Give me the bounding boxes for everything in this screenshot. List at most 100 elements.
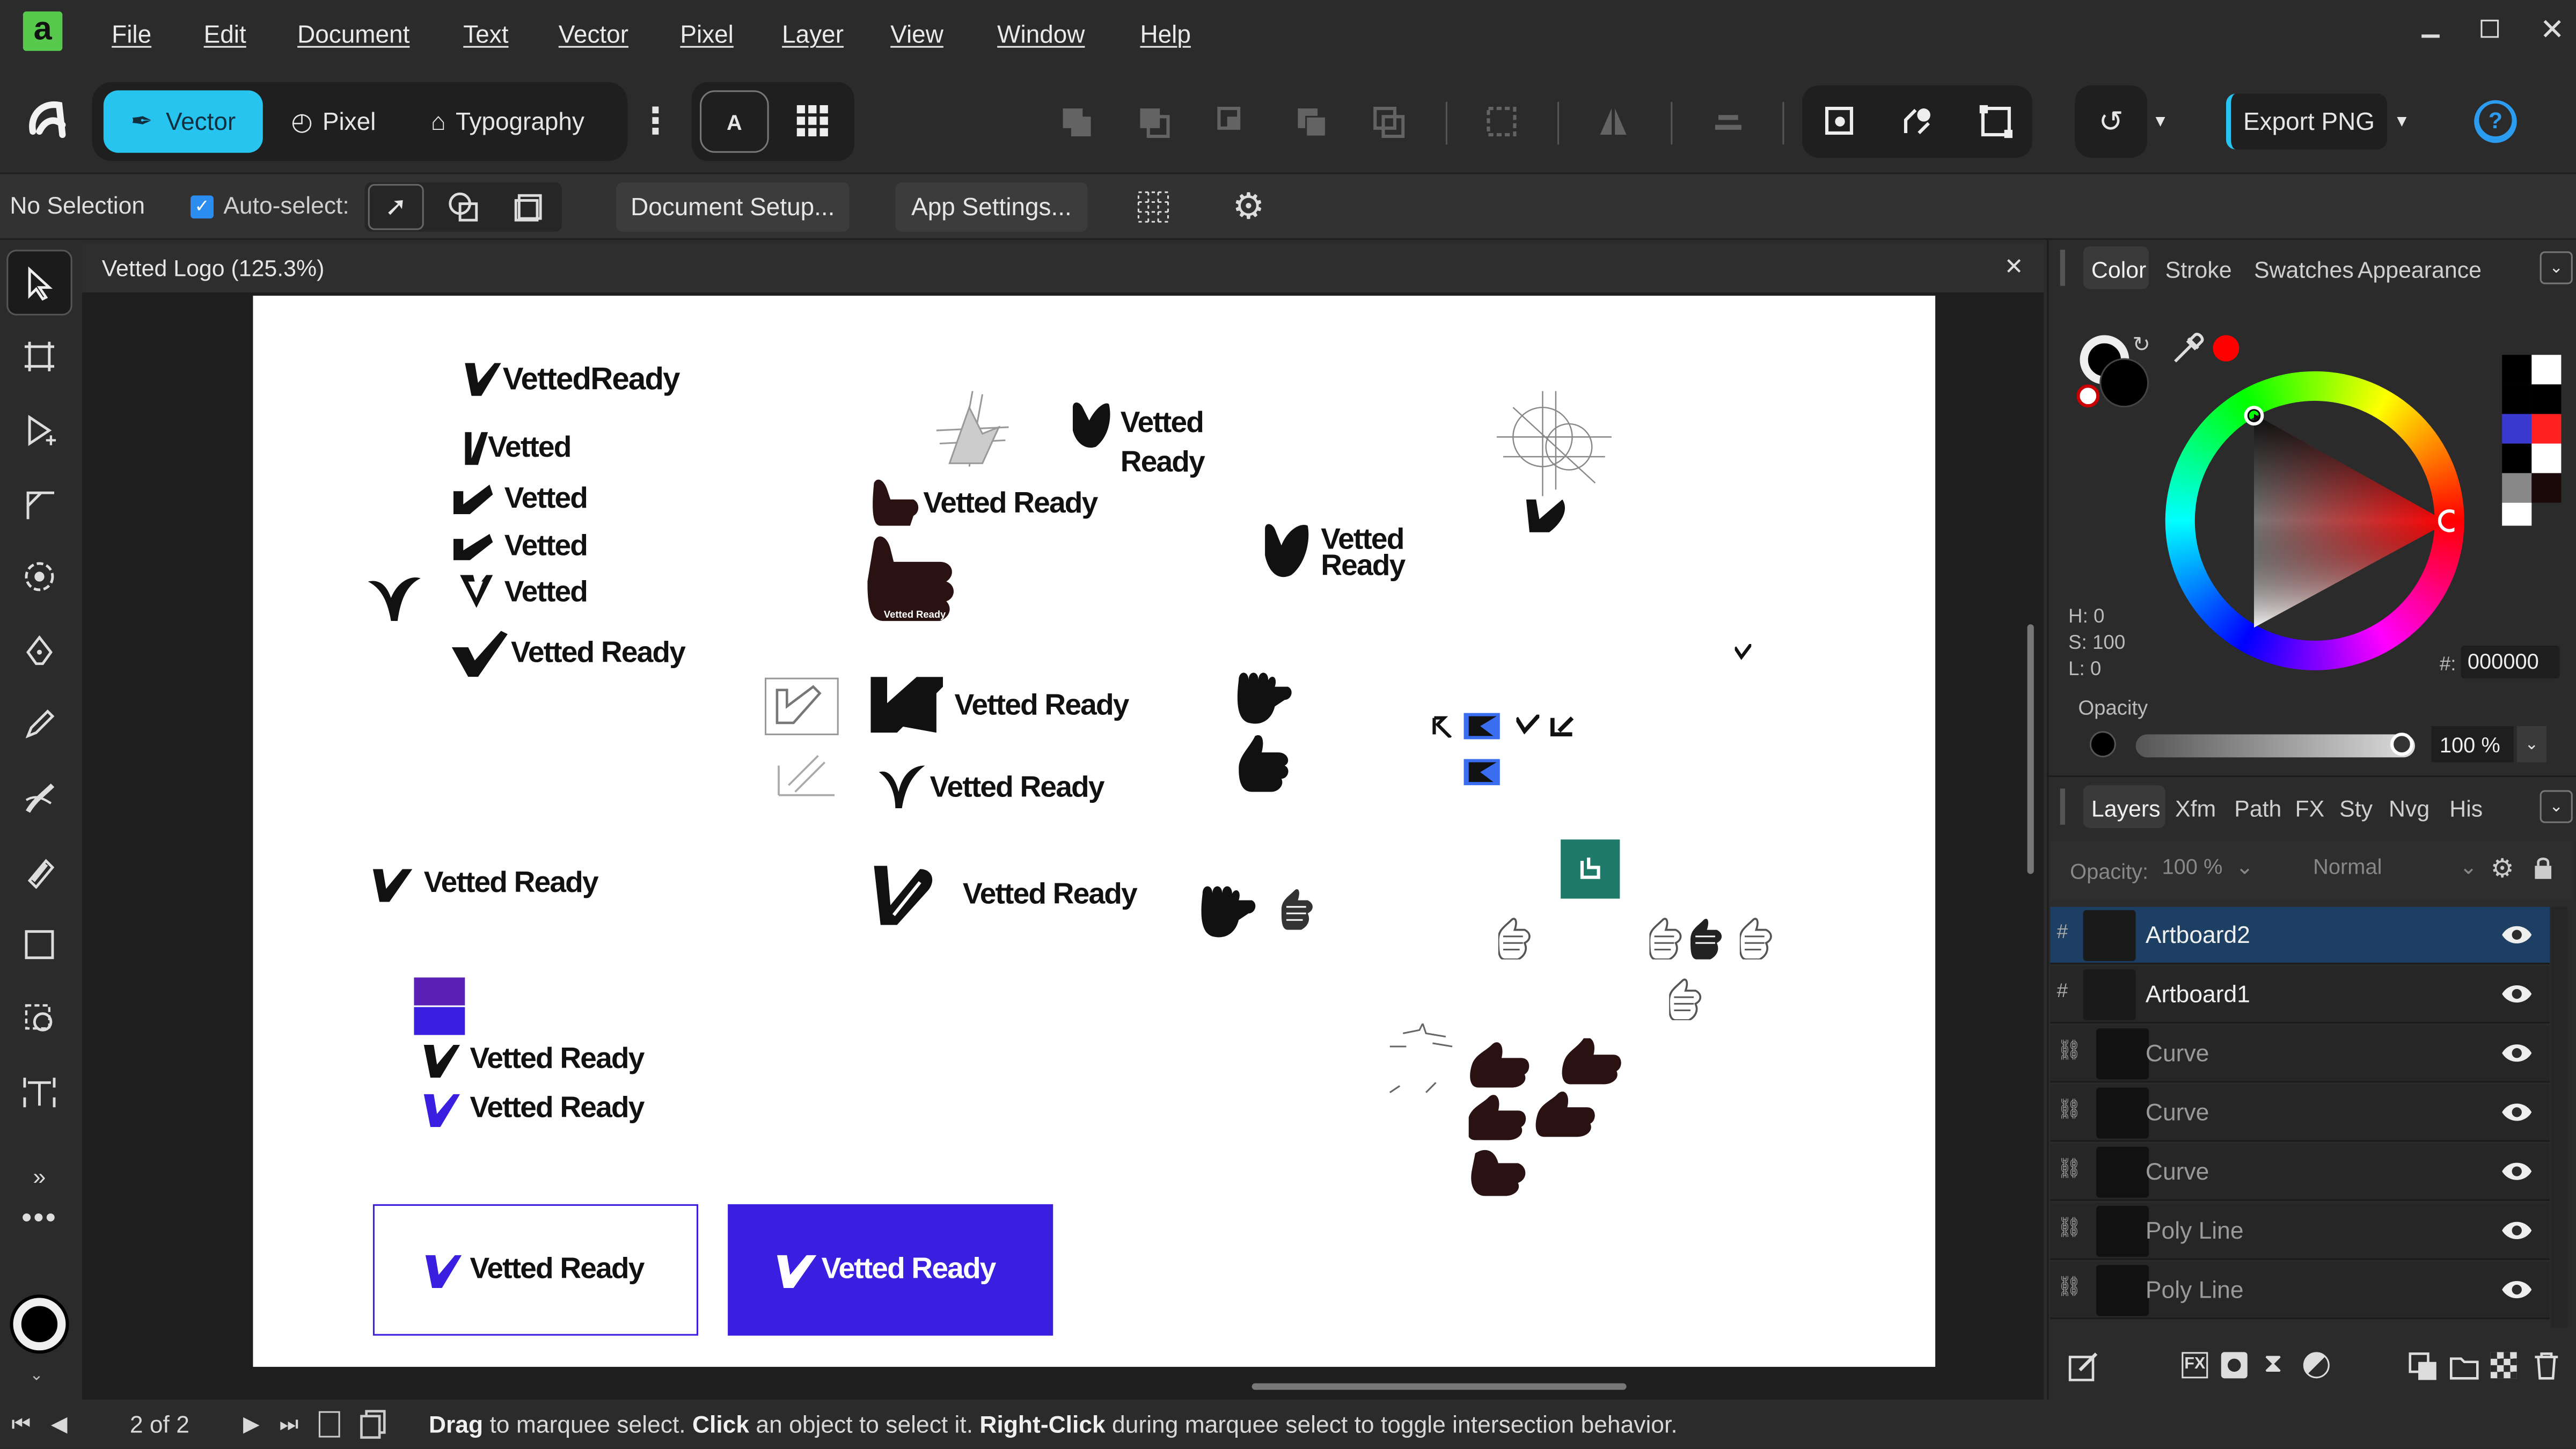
restore-button[interactable] [2480,19,2499,38]
first-page-icon[interactable]: ⏮ [11,1411,31,1438]
add-group-icon[interactable] [2449,1352,2479,1381]
horizontal-scrollbar[interactable] [1252,1383,1627,1390]
pointer-select-icon[interactable]: ➚ [368,184,424,230]
add-pixel-layer-icon[interactable] [2409,1352,2438,1381]
undo-history-icon[interactable]: ↺ [2087,97,2136,147]
trash-icon[interactable] [2533,1350,2559,1380]
add-boolean-icon[interactable] [1056,102,1095,141]
grid-view-icon[interactable] [782,90,844,152]
menu-file[interactable]: File [112,21,151,49]
vertical-scrollbar[interactable] [2027,624,2034,874]
persona-pixel-button[interactable]: ◴ Pixel [276,90,391,152]
menu-layer[interactable]: Layer [782,21,844,49]
group-icon[interactable] [1482,102,1521,141]
frame-text-icon[interactable] [6,1059,72,1125]
opacity-dropdown-icon[interactable]: ⌄ [2516,726,2546,763]
panel-grip[interactable] [2060,788,2065,825]
layer-row[interactable]: ⛓ Poly Line [2050,1202,2550,1260]
menu-help[interactable]: Help [1140,21,1190,49]
layer-row[interactable]: ⛓ Curve [2050,1025,2550,1083]
visibility-eye-icon[interactable] [2500,1101,2533,1124]
expand-tools-icon[interactable]: » [6,1157,72,1196]
artboard-tool-icon[interactable] [6,324,72,389]
document-tab[interactable]: Vetted Logo (125.3%) ✕ [82,243,2044,292]
artboard[interactable]: VettedReady Vetted Vetted Vetted Vetted … [253,296,1936,1367]
next-page-icon[interactable]: ▶ [243,1411,260,1438]
menu-vector[interactable]: Vector [559,21,628,49]
layer-settings-gear-icon[interactable]: ⚙ [2491,853,2514,885]
contour-tool-icon[interactable] [6,544,72,609]
opacity-slider-thumb[interactable] [2390,733,2413,756]
panel-menu-icon[interactable]: ⌄ [2540,251,2573,284]
auto-select-checkbox[interactable]: ✓ [191,195,214,219]
gear-icon[interactable]: ⚙ [1226,184,1272,230]
layer-row[interactable]: # Artboard2 [2050,906,2550,964]
snapping-icon[interactable] [1894,99,1941,145]
canvas[interactable]: VettedReady Vetted Vetted Vetted Vetted … [82,292,2044,1400]
menu-window[interactable]: Window [997,21,1085,49]
fill-stroke-selector[interactable]: ↻ [2076,332,2152,411]
tab-appearance[interactable]: Appearance [2358,257,2482,283]
tab-navigator[interactable]: Nvg [2389,795,2429,822]
place-image-icon[interactable] [6,986,72,1051]
color-triangle[interactable] [2192,398,2455,644]
intersect-select-icon[interactable] [437,184,489,230]
link-icon[interactable]: ⛓ [2057,1038,2082,1062]
pencil-tool-icon[interactable] [6,692,72,757]
persona-vector-button[interactable]: ✒ Vector [103,90,263,153]
export-dropdown-icon[interactable]: ▼ [2390,108,2413,135]
subtract-boolean-icon[interactable] [1133,102,1173,141]
visibility-eye-icon[interactable] [2500,923,2533,946]
layers-scrollbar[interactable] [2551,906,2568,1328]
edit-layer-icon[interactable] [2067,1350,2099,1383]
grid-dots-icon[interactable] [1130,186,1176,229]
menu-document[interactable]: Document [297,21,409,49]
link-icon[interactable]: ⛓ [2057,1216,2082,1239]
help-button[interactable]: ? [2476,100,2515,140]
link-icon[interactable]: ⛓ [2057,1097,2082,1121]
recent-colors-swatches[interactable] [2502,355,2562,526]
tab-history[interactable]: His [2449,795,2483,822]
close-window-button[interactable]: ✕ [2540,13,2565,47]
page-list-icon[interactable] [318,1411,340,1438]
visibility-eye-icon[interactable] [2500,983,2533,1006]
menu-edit[interactable]: Edit [204,21,246,49]
menu-view[interactable]: View [890,21,943,49]
swap-icon[interactable]: ↻ [2132,332,2150,358]
tab-fx[interactable]: FX [2295,795,2324,822]
align-icon[interactable] [1709,102,1748,141]
pages-icon[interactable] [360,1410,386,1439]
transform-origin-icon[interactable] [1817,99,1863,145]
adjustment-icon[interactable]: ⧗ [2264,1350,2282,1380]
persona-typography-button[interactable]: ⌂ Typography [415,90,599,152]
visibility-eye-icon[interactable] [2500,1278,2533,1301]
link-icon[interactable]: ⛓ [2057,1157,2082,1180]
eyedropper-icon[interactable] [2169,328,2208,368]
menu-pixel[interactable]: Pixel [680,21,734,49]
xor-boolean-icon[interactable] [1291,102,1330,141]
artboard-icon[interactable]: # [2057,920,2068,943]
layer-row[interactable]: ⛓ Curve [2050,1143,2550,1201]
text-frame-mode-icon[interactable]: A [700,90,769,153]
picked-color-swatch[interactable] [2213,335,2240,362]
tab-swatches[interactable]: Swatches [2254,257,2354,283]
blend-mode-dropdown[interactable]: Normal ⌄ [2313,854,2477,887]
visibility-eye-icon[interactable] [2500,1042,2533,1065]
tab-stroke[interactable]: Stroke [2165,257,2232,283]
opacity-slider[interactable] [2135,734,2415,758]
mask-icon[interactable] [2221,1352,2248,1379]
fill-stroke-swatch-icon[interactable] [13,1298,66,1351]
minimize-button[interactable] [2421,34,2440,38]
layer-row[interactable]: ⛓ Curve [2050,1084,2550,1142]
document-setup-button[interactable]: Document Setup... [616,182,850,232]
app-logo[interactable]: a [23,11,63,51]
bounding-box-icon[interactable] [1973,99,2019,145]
app-settings-button[interactable]: App Settings... [895,182,1088,232]
flip-icon[interactable] [1593,102,1633,141]
visibility-eye-icon[interactable] [2500,1160,2533,1183]
layer-row[interactable]: # Artboard1 [2050,965,2550,1024]
vector-brush-icon[interactable] [6,766,72,831]
lock-icon[interactable] [2533,856,2553,881]
more-tools-icon[interactable]: ••• [6,1200,72,1233]
layer-row[interactable]: ⛓ Poly Line [2050,1262,2550,1320]
